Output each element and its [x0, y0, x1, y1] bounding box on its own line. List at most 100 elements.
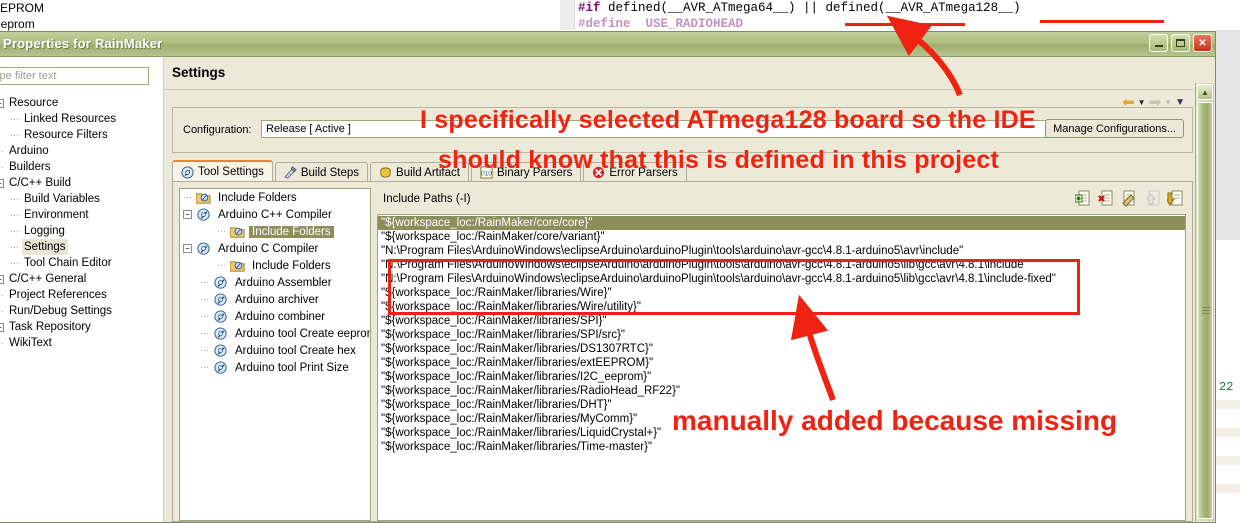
tree-expander-icon[interactable]: −	[0, 178, 4, 188]
maximize-button[interactable]	[1171, 34, 1190, 52]
edit-path-button[interactable]	[1121, 190, 1138, 207]
sidebar-item-label: Resource Filters	[24, 129, 108, 141]
move-down-button[interactable]	[1167, 190, 1184, 207]
tab-tool-settings[interactable]: Tool Settings	[172, 160, 273, 182]
sidebar-item-build-variables[interactable]: ⋯ Build Variables	[0, 191, 163, 207]
sidebar-item-c-c-general[interactable]: + C/C++ General	[0, 271, 163, 287]
code-rest-token: defined(__AVR_ATmega64__) || defined(__A…	[600, 1, 1021, 15]
tool-tree-item-arduino-c-compiler-1[interactable]: − Arduino C++ Compiler	[180, 206, 370, 223]
include-path-row[interactable]: "${workspace_loc:/RainMaker/libraries/SP…	[378, 314, 1185, 328]
sidebar-item-environment[interactable]: ⋯ Environment	[0, 207, 163, 223]
tool-tree-item-include-folders-4[interactable]: ⋯ Include Folders	[180, 257, 370, 274]
scrollbar-grip-icon	[1202, 306, 1210, 315]
include-path-row[interactable]: "${workspace_loc:/RainMaker/core/variant…	[378, 230, 1185, 244]
scroll-up-button[interactable]: ▲	[1197, 84, 1213, 100]
sidebar-item-resource-filters[interactable]: ⋯ Resource Filters	[0, 127, 163, 143]
tab-binary-parsers[interactable]: 010 Binary Parsers	[470, 162, 582, 182]
code-editor-strip[interactable]: #if defined(__AVR_ATmega64__) || defined…	[560, 0, 1240, 30]
include-path-row[interactable]: "${workspace_loc:/RainMaker/libraries/Wi…	[378, 286, 1185, 300]
tool-tree-item-arduino-assembler-5[interactable]: ⋯ Arduino Assembler	[180, 274, 370, 291]
sidebar-item-c-c-build[interactable]: −C/C++ Build	[0, 175, 163, 191]
include-path-row[interactable]: "${workspace_loc:/RainMaker/libraries/Ra…	[378, 384, 1185, 398]
sidebar-item-arduino[interactable]: ⋯ Arduino	[0, 143, 163, 159]
include-path-row[interactable]: "${workspace_loc:/RainMaker/libraries/ex…	[378, 356, 1185, 370]
include-path-row[interactable]: "${workspace_loc:/RainMaker/libraries/DH…	[378, 398, 1185, 412]
tool-tree-item-arduino-c-compiler-3[interactable]: − Arduino C Compiler	[180, 240, 370, 257]
sidebar-item-wikitext[interactable]: ⋯ WikiText	[0, 335, 163, 351]
delete-path-button[interactable]	[1098, 190, 1115, 207]
include-path-row[interactable]: "${workspace_loc:/RainMaker/libraries/My…	[378, 412, 1185, 426]
background-text-eeprom: EEPROM	[0, 1, 45, 15]
background-stripe-4	[1216, 484, 1240, 493]
include-path-row[interactable]: "N:\Program Files\ArduinoWindows\eclipse…	[378, 244, 1185, 258]
sidebar-item-builders[interactable]: ⋯ Builders	[0, 159, 163, 175]
include-path-row[interactable]: "N:\Program Files\ArduinoWindows\eclipse…	[378, 258, 1185, 272]
tool-tree-branch-icon: ⋯	[200, 328, 209, 338]
include-path-row[interactable]: "N:\Program Files\ArduinoWindows\eclipse…	[378, 272, 1185, 286]
tool-settings-panel: ⋯ Include Folders − Arduino C++ Compiler ⋯ In…	[172, 181, 1193, 522]
sidebar-item-label: Environment	[24, 209, 89, 221]
page-title: Settings	[172, 65, 226, 80]
back-dropdown-icon[interactable]: ▼	[1138, 98, 1146, 107]
add-path-button[interactable]	[1075, 190, 1092, 207]
include-path-row[interactable]: "${workspace_loc:/RainMaker/libraries/DS…	[378, 342, 1185, 356]
tool-icon	[213, 275, 228, 290]
sidebar-item-label: Linked Resources	[24, 113, 117, 125]
sidebar-item-resource[interactable]: −Resource	[0, 95, 163, 111]
sidebar-item-settings[interactable]: ⋯ Settings	[0, 239, 163, 255]
settings-tabs: Tool Settings Build Steps Build Artifact 01…	[172, 160, 689, 182]
include-path-row[interactable]: "${workspace_loc:/RainMaker/libraries/Li…	[378, 426, 1185, 440]
configuration-label: Configuration:	[183, 124, 252, 136]
tool-icon	[196, 207, 211, 222]
tool-tree-item-include-folders-2[interactable]: ⋯ Include Folders	[180, 223, 370, 240]
sidebar-item-project-references[interactable]: ⋯ Project References	[0, 287, 163, 303]
include-path-row[interactable]: "${workspace_loc:/RainMaker/libraries/Wi…	[378, 300, 1185, 314]
sidebar-item-label: Tool Chain Editor	[24, 257, 112, 269]
close-button[interactable]: ✕	[1193, 34, 1212, 52]
configuration-select[interactable]: Release [ Active ]	[261, 120, 1081, 138]
sidebar-item-tool-chain-editor[interactable]: ⋯ Tool Chain Editor	[0, 255, 163, 271]
tool-tree-item-arduino-tool-create-hex-9[interactable]: ⋯ Arduino tool Create hex	[180, 342, 370, 359]
window-controls: ✕	[1149, 34, 1212, 52]
include-paths-list[interactable]: "${workspace_loc:/RainMaker/core/core}" "…	[377, 214, 1186, 521]
tab-label: Tool Settings	[198, 166, 264, 178]
tab-build-steps[interactable]: Build Steps	[274, 162, 369, 182]
forward-dropdown-icon: ▼	[1164, 98, 1173, 107]
sidebar-item-task-repository[interactable]: + Task Repository	[0, 319, 163, 335]
sidebar-item-label: Resource	[9, 97, 59, 109]
tool-tree-branch-icon: ⋯	[217, 260, 226, 270]
include-path-row[interactable]: "${workspace_loc:/RainMaker/core/core}"	[378, 216, 1185, 230]
tree-branch-icon: ⋯	[10, 226, 19, 236]
include-path-row[interactable]: "${workspace_loc:/RainMaker/libraries/I2…	[378, 370, 1185, 384]
tree-expander-icon[interactable]: +	[0, 274, 4, 284]
tree-branch-icon: ⋯	[10, 210, 19, 220]
include-path-row[interactable]: "${workspace_loc:/RainMaker/libraries/Ti…	[378, 440, 1185, 454]
minimize-button[interactable]	[1149, 34, 1168, 52]
include-paths-title: Include Paths (-I)	[383, 193, 471, 205]
tool-tree-item-arduino-combiner-7[interactable]: ⋯ Arduino combiner	[180, 308, 370, 325]
tab-error-parsers[interactable]: Error Parsers	[583, 162, 687, 182]
sidebar-item-linked-resources[interactable]: ⋯ Linked Resources	[0, 111, 163, 127]
sidebar-item-label: Run/Debug Settings	[9, 305, 112, 317]
dialog-title: Properties for RainMaker	[3, 36, 163, 51]
tool-tree-item-include-folders-0[interactable]: ⋯ Include Folders	[180, 189, 370, 206]
tool-tree-branch-icon: ⋯	[217, 226, 226, 236]
tab-build-artifact[interactable]: Build Artifact	[370, 162, 469, 182]
sidebar-item-run-debug-settings[interactable]: ⋯ Run/Debug Settings	[0, 303, 163, 319]
tool-tree-expander-icon[interactable]: −	[183, 244, 192, 253]
tool-tree-expander-icon[interactable]: −	[183, 210, 192, 219]
dialog-vertical-scrollbar[interactable]: ▲	[1195, 83, 1214, 521]
tool-tree-item-arduino-archiver-6[interactable]: ⋯ Arduino archiver	[180, 291, 370, 308]
sidebar-item-label: C/C++ Build	[9, 177, 72, 189]
include-path-row[interactable]: "${workspace_loc:/RainMaker/libraries/SP…	[378, 328, 1185, 342]
tree-expander-icon[interactable]: +	[0, 322, 4, 332]
tool-tree-item-arduino-tool-print-size-10[interactable]: ⋯ Arduino tool Print Size	[180, 359, 370, 376]
manage-configurations-button[interactable]: Manage Configurations...	[1045, 119, 1184, 138]
tree-branch-icon: ⋯	[0, 287, 4, 303]
scrollbar-thumb[interactable]	[1197, 102, 1213, 519]
tree-expander-icon[interactable]: −	[0, 98, 4, 108]
dialog-titlebar[interactable]: Properties for RainMaker ✕	[0, 32, 1215, 57]
tool-tree-item-arduino-tool-create-eeprom-8[interactable]: ⋯ Arduino tool Create eeprom	[180, 325, 370, 342]
sidebar-item-logging[interactable]: ⋯ Logging	[0, 223, 163, 239]
filter-input[interactable]: type filter text	[0, 67, 149, 85]
